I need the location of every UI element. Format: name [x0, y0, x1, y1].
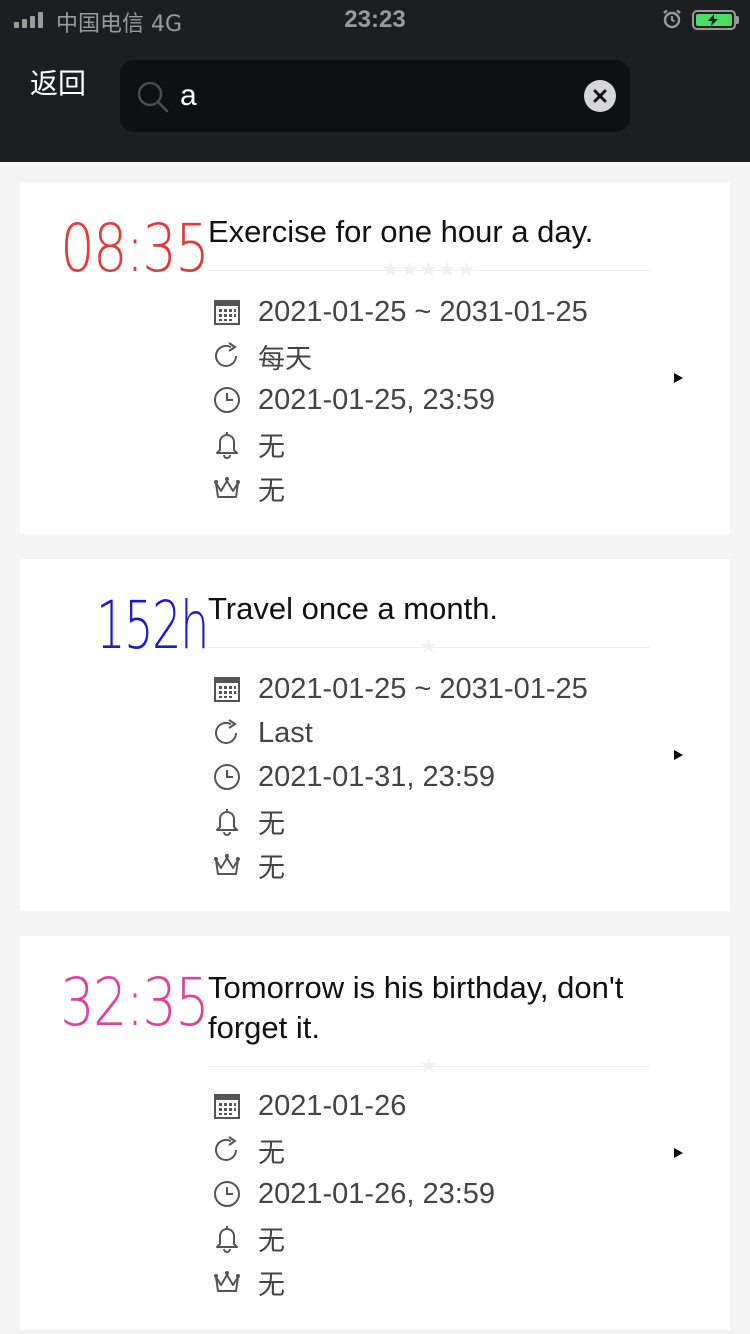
- date-range: 2021-01-25 ~ 2031-01-25: [258, 295, 588, 328]
- reminder-value: 无: [258, 1225, 285, 1257]
- search-input[interactable]: [180, 74, 580, 118]
- priority-stars: ★★★★★: [381, 259, 477, 281]
- crown-icon: [214, 854, 240, 875]
- repeat-value: Last: [258, 716, 313, 749]
- reward-row: 无: [212, 466, 588, 510]
- back-button[interactable]: 返回: [30, 62, 86, 102]
- alarm-icon: [663, 9, 681, 29]
- battery-cap: [736, 16, 739, 24]
- deadline-row: 2021-01-26, 23:59: [212, 1172, 495, 1216]
- crown-icon: [214, 1271, 240, 1292]
- repeat-icon: [215, 1136, 237, 1161]
- battery-icon: [692, 10, 736, 30]
- date-range: 2021-01-25 ~ 2031-01-25: [258, 672, 588, 705]
- reward-value: 无: [258, 1269, 285, 1301]
- deadline-value: 2021-01-26, 23:59: [258, 1177, 496, 1210]
- crown-icon: [214, 477, 240, 498]
- date-range-row: 2021-01-25 ~ 2031-01-25: [212, 290, 588, 334]
- repeat-row: 无: [212, 1128, 495, 1172]
- task-title: Exercise for one hour a day.: [208, 214, 594, 249]
- date-range-row: 2021-01-25 ~ 2031-01-25: [212, 667, 588, 711]
- countdown-time: 08:35: [60, 210, 209, 287]
- calendar-icon: [214, 1094, 240, 1119]
- task-card[interactable]: 32:35 Tomorrow is his birthday, don't fo…: [20, 936, 730, 1330]
- repeat-row: 每天: [212, 334, 588, 378]
- reward-value: 无: [258, 852, 285, 884]
- deadline-row: 2021-01-31, 23:59: [212, 755, 588, 799]
- reminder-row: 无: [212, 799, 588, 843]
- bell-icon: [216, 432, 238, 459]
- repeat-value: 无: [258, 1137, 285, 1169]
- expand-arrow-icon[interactable]: [674, 750, 683, 760]
- clock-icon: [214, 1181, 240, 1207]
- calendar-icon: [214, 300, 240, 325]
- status-bar: 中国电信 4G 23:23: [0, 0, 750, 40]
- deadline-value: 2021-01-31, 23:59: [258, 760, 496, 793]
- repeat-value: 每天: [258, 343, 312, 375]
- countdown-time: 32:35: [60, 964, 209, 1041]
- bell-icon: [216, 809, 238, 836]
- clear-search-button[interactable]: [584, 80, 616, 112]
- task-title: Tomorrow is his birthday, don't forget i…: [208, 970, 624, 1045]
- priority-stars: ★: [419, 636, 439, 658]
- clock-icon: [214, 387, 240, 413]
- reward-row: 无: [212, 1260, 495, 1304]
- clock-icon: [214, 764, 240, 790]
- repeat-row: Last: [212, 711, 588, 755]
- search-icon: [137, 81, 169, 113]
- repeat-icon: [215, 719, 237, 744]
- reminder-value: 无: [258, 431, 285, 463]
- deadline-row: 2021-01-25, 23:59: [212, 378, 588, 422]
- reminder-row: 无: [212, 1216, 495, 1260]
- task-card[interactable]: 152h Travel once a month. ★ 2021-01-25 ~…: [20, 559, 730, 911]
- calendar-icon: [214, 677, 240, 702]
- reward-value: 无: [258, 475, 285, 507]
- bell-icon: [216, 1226, 238, 1253]
- close-icon: [593, 89, 607, 103]
- task-card[interactable]: 08:35 Exercise for one hour a day. ★★★★★…: [20, 182, 730, 534]
- date-range-row: 2021-01-26: [212, 1084, 495, 1128]
- priority-stars: ★: [419, 1055, 439, 1077]
- app-header: 中国电信 4G 23:23 返回: [0, 0, 750, 162]
- status-time: 23:23: [344, 6, 406, 33]
- countdown-time: 152h: [96, 587, 209, 664]
- reminder-value: 无: [258, 808, 285, 840]
- reward-row: 无: [212, 843, 588, 887]
- date-range: 2021-01-26: [258, 1089, 407, 1122]
- repeat-icon: [215, 342, 237, 367]
- search-bar: [120, 60, 630, 132]
- reminder-row: 无: [212, 422, 588, 466]
- deadline-value: 2021-01-25, 23:59: [258, 383, 496, 416]
- task-title: Travel once a month.: [208, 591, 499, 626]
- expand-arrow-icon[interactable]: [674, 1148, 683, 1158]
- expand-arrow-icon[interactable]: [674, 373, 683, 383]
